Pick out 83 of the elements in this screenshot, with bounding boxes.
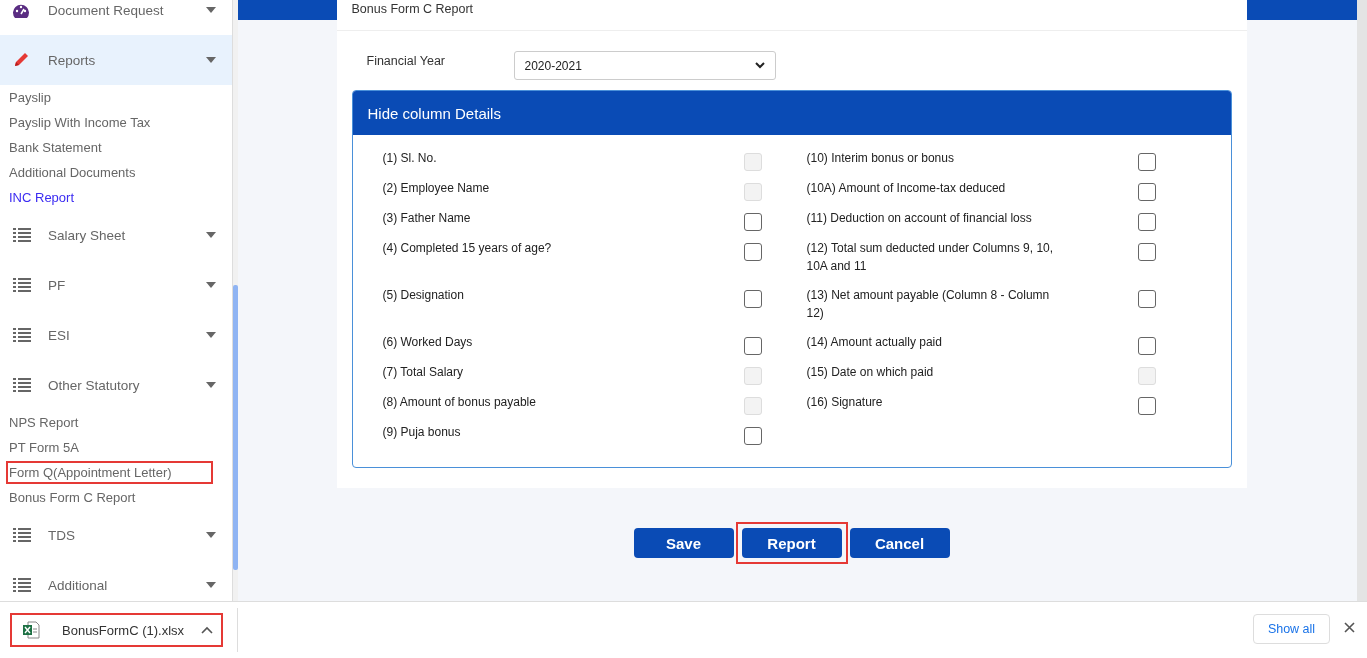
caret-icon — [206, 332, 216, 338]
menu-label: Salary Sheet — [48, 227, 127, 243]
column-label: (12) Total sum deducted under Columns 9, 10, 10A and 11 — [806, 240, 1055, 275]
sidebar-link[interactable]: NPS Report — [9, 413, 79, 432]
sidebar-link[interactable]: Bank Statement — [9, 138, 102, 157]
download-item[interactable]: BonusFormC (1).xlsx — [12, 615, 221, 645]
sidebar-link[interactable]: Payslip — [9, 88, 51, 107]
column-label: (2) Employee Name — [382, 180, 490, 197]
column-label: (16) Signature — [806, 394, 883, 411]
column-label: (9) Puja bonus — [382, 424, 461, 441]
sidebar-menu-item[interactable]: PF — [0, 260, 232, 310]
checkbox[interactable] — [1137, 243, 1156, 261]
caret-icon — [206, 57, 216, 63]
column-label: (8) Amount of bonus payable — [382, 394, 536, 411]
list-icon — [12, 527, 32, 543]
column-label: (10A) Amount of Income-tax deduced — [806, 180, 1006, 197]
menu-label: ESI — [48, 327, 71, 343]
chevron-down-icon — [754, 62, 765, 69]
column-label: (11) Deduction on account of financial loss — [806, 210, 1032, 227]
sidebar-link[interactable]: INC Report — [9, 188, 75, 207]
caret-icon — [206, 382, 216, 388]
action-button[interactable]: Report — [741, 528, 842, 558]
list-icon — [12, 577, 32, 593]
menu-label: Reports — [48, 52, 97, 68]
menu-label: Document Request — [48, 2, 165, 18]
caret-icon — [206, 7, 216, 13]
column-label: (5) Designation — [382, 287, 464, 304]
panel-title: Hide column Details — [352, 91, 1231, 135]
sidebar-link[interactable]: PT Form 5A — [9, 438, 79, 457]
caret-icon — [206, 282, 216, 288]
column-label: (3) Father Name — [382, 210, 471, 227]
sidebar-link[interactable]: Additional Documents — [9, 163, 136, 182]
list-icon — [12, 277, 32, 293]
checkbox[interactable] — [1137, 153, 1156, 171]
action-button[interactable]: Save — [633, 528, 734, 558]
column-label: (6) Worked Days — [382, 334, 473, 351]
checkbox[interactable] — [743, 243, 762, 261]
year-select[interactable]: 2020-2021 — [513, 51, 776, 80]
checkbox[interactable] — [1137, 183, 1156, 201]
column-label: (1) Sl. No. — [382, 150, 437, 167]
list-icon — [12, 227, 32, 243]
sidebar-menu-item[interactable]: Other Statutory — [0, 360, 232, 410]
spreadsheet-file-icon — [22, 621, 40, 639]
sidebar-link[interactable]: Form Q(Appointment Letter) — [9, 464, 210, 481]
sidebar-menu-item[interactable]: Salary Sheet — [0, 210, 232, 260]
caret-icon — [206, 232, 216, 238]
file-name: BonusFormC (1).xlsx — [62, 622, 186, 638]
sidebar-menu-item[interactable]: TDS — [0, 510, 232, 560]
checkbox[interactable] — [1137, 337, 1156, 355]
menu-label: PF — [48, 277, 67, 293]
sidebar-link[interactable]: Bonus Form C Report — [9, 488, 136, 507]
list-icon — [12, 327, 32, 343]
caret-icon — [206, 532, 216, 538]
column-label: (7) Total Salary — [382, 364, 463, 381]
column-label: (15) Date on which paid — [806, 364, 934, 381]
sidebar-menu-item[interactable]: ESI — [0, 310, 232, 360]
column-label: (13) Net amount payable (Column 8 - Column 12) — [806, 287, 1051, 322]
menu-label: Other Statutory — [48, 377, 141, 393]
column-label: (14) Amount actually paid — [806, 334, 942, 351]
menu-label: TDS — [48, 527, 76, 543]
column-label: (4) Completed 15 years of age? — [382, 240, 552, 257]
column-label: (10) Interim bonus or bonus — [806, 150, 954, 167]
checkbox[interactable] — [1137, 290, 1156, 308]
close-icon[interactable] — [1344, 622, 1355, 633]
scrollbar-thumb[interactable] — [233, 285, 238, 570]
caret-icon — [206, 582, 216, 588]
show-all-button[interactable]: Show all — [1253, 614, 1330, 644]
action-button[interactable]: Cancel — [849, 528, 950, 558]
card-title: Bonus Form C Report — [336, 0, 1247, 31]
checkbox[interactable] — [743, 290, 762, 308]
checkbox[interactable] — [743, 337, 762, 355]
sidebar-menu-item[interactable]: Additional — [0, 560, 232, 601]
checkbox[interactable] — [1137, 397, 1156, 415]
chevron-up-icon — [201, 626, 213, 634]
menu-label: Additional — [48, 577, 109, 593]
sidebar-link[interactable]: Payslip With Income Tax — [9, 113, 151, 132]
sidebar-menu-item[interactable]: Document Request — [0, 0, 232, 35]
sidebar-menu-item[interactable]: Reports — [0, 35, 232, 85]
checkbox[interactable] — [743, 213, 762, 231]
list-icon — [12, 377, 32, 393]
field-label: Financial Year — [366, 53, 447, 68]
checkbox[interactable] — [743, 427, 762, 445]
checkbox[interactable] — [1137, 213, 1156, 231]
